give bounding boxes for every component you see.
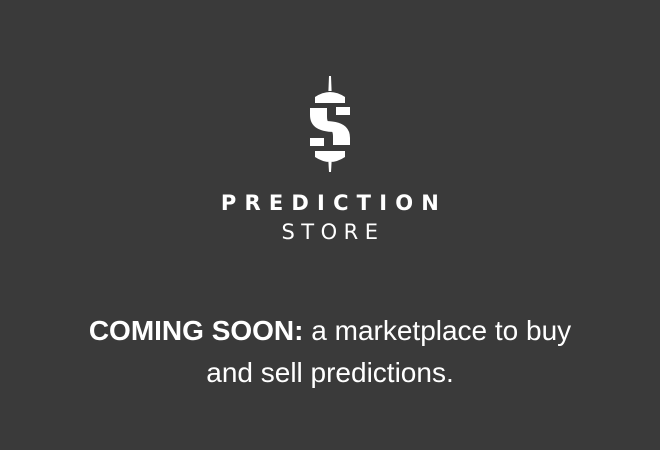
landing-page: PREDICTION STORE COMING SOON: a marketpl… (0, 0, 660, 450)
brand-logo: PREDICTION STORE (0, 74, 660, 245)
brand-name-line1: PREDICTION (220, 191, 448, 215)
message-line2: and sell predictions. (206, 357, 454, 388)
message-line1-text: a marketplace to buy (311, 315, 572, 346)
message-line1: COMING SOON: a marketplace to buy (0, 310, 660, 352)
brand-name-line2: STORE (281, 220, 385, 244)
coming-soon-message: COMING SOON: a marketplace to buy and se… (0, 310, 660, 394)
coming-soon-label: COMING SOON: (88, 315, 304, 346)
dollar-sign-icon (310, 76, 350, 172)
